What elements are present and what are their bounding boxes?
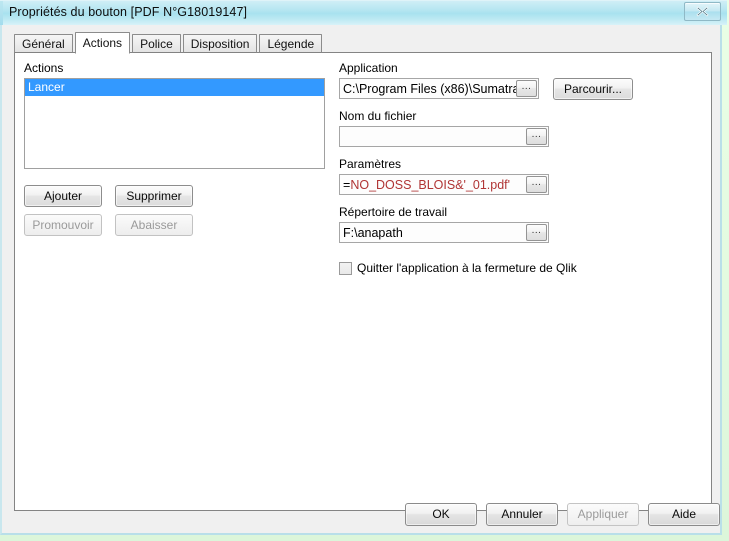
parameters-label: Paramètres [339,157,402,171]
close-button[interactable] [684,2,721,21]
tab-police[interactable]: Police [132,34,181,53]
window-title: Propriétés du bouton [PDF N°G18019147] [9,5,248,19]
working-directory-field-value: F:\anapath [343,226,403,240]
cancel-button[interactable]: Annuler [486,503,558,526]
tab-content-panel: Actions Lancer Ajouter Supprimer Promouv… [14,52,712,511]
application-browse-ellipsis-button[interactable]: ... [516,80,537,97]
promote-action-button[interactable]: Promouvoir [24,214,102,236]
ok-button[interactable]: OK [405,503,477,526]
application-field[interactable]: C:\Program Files (x86)\SumatraP ... [339,78,539,99]
properties-dialog-window: Propriétés du bouton [PDF N°G18019147] G… [0,0,727,535]
quit-on-close-label: Quitter l'application à la fermeture de … [357,261,577,275]
tab-actions[interactable]: Actions [74,32,131,54]
close-icon [696,6,709,17]
application-label: Application [339,61,398,75]
actions-listbox[interactable]: Lancer [24,78,325,169]
file-name-label: Nom du fichier [339,109,417,123]
working-directory-label: Répertoire de travail [339,205,448,219]
quit-on-close-checkbox-row[interactable]: Quitter l'application à la fermeture de … [339,261,577,275]
expression-remainder: &'_01.pdf' [455,178,511,192]
tab-strip: Général Actions Police Disposition Légen… [14,32,324,54]
tab-disposition[interactable]: Disposition [182,34,258,53]
tab-legende[interactable]: Légende [259,34,323,53]
tab-general[interactable]: Général [14,34,73,53]
add-action-button[interactable]: Ajouter [24,185,102,207]
dialog-body: Général Actions Police Disposition Légen… [0,25,722,535]
file-name-field-value [343,129,526,145]
parameters-field[interactable]: =NO_DOSS_BLOIS&'_01.pdf' ... [339,174,549,195]
actions-group-label: Actions [24,61,64,75]
window-titlebar: Propriétés du bouton [PDF N°G18019147] [0,0,727,26]
list-item[interactable]: Lancer [25,79,324,96]
parameters-edit-ellipsis-button[interactable]: ... [526,176,547,193]
application-field-value: C:\Program Files (x86)\SumatraP [343,82,516,96]
file-name-field[interactable]: ... [339,126,549,147]
working-directory-browse-ellipsis-button[interactable]: ... [526,224,547,241]
working-directory-field[interactable]: F:\anapath ... [339,222,549,243]
browse-button[interactable]: Parcourir... [553,78,633,100]
parameters-field-value: =NO_DOSS_BLOIS&'_01.pdf' [343,177,526,193]
demote-action-button[interactable]: Abaisser [115,214,193,236]
file-name-browse-ellipsis-button[interactable]: ... [526,128,547,145]
quit-on-close-checkbox[interactable] [339,261,352,275]
help-button[interactable]: Aide [648,503,720,526]
titlebar-left-edge [0,1,3,26]
remove-action-button[interactable]: Supprimer [115,185,193,207]
expression-field-name: NO_DOSS_BLOIS [350,178,456,192]
apply-button[interactable]: Appliquer [567,503,639,526]
